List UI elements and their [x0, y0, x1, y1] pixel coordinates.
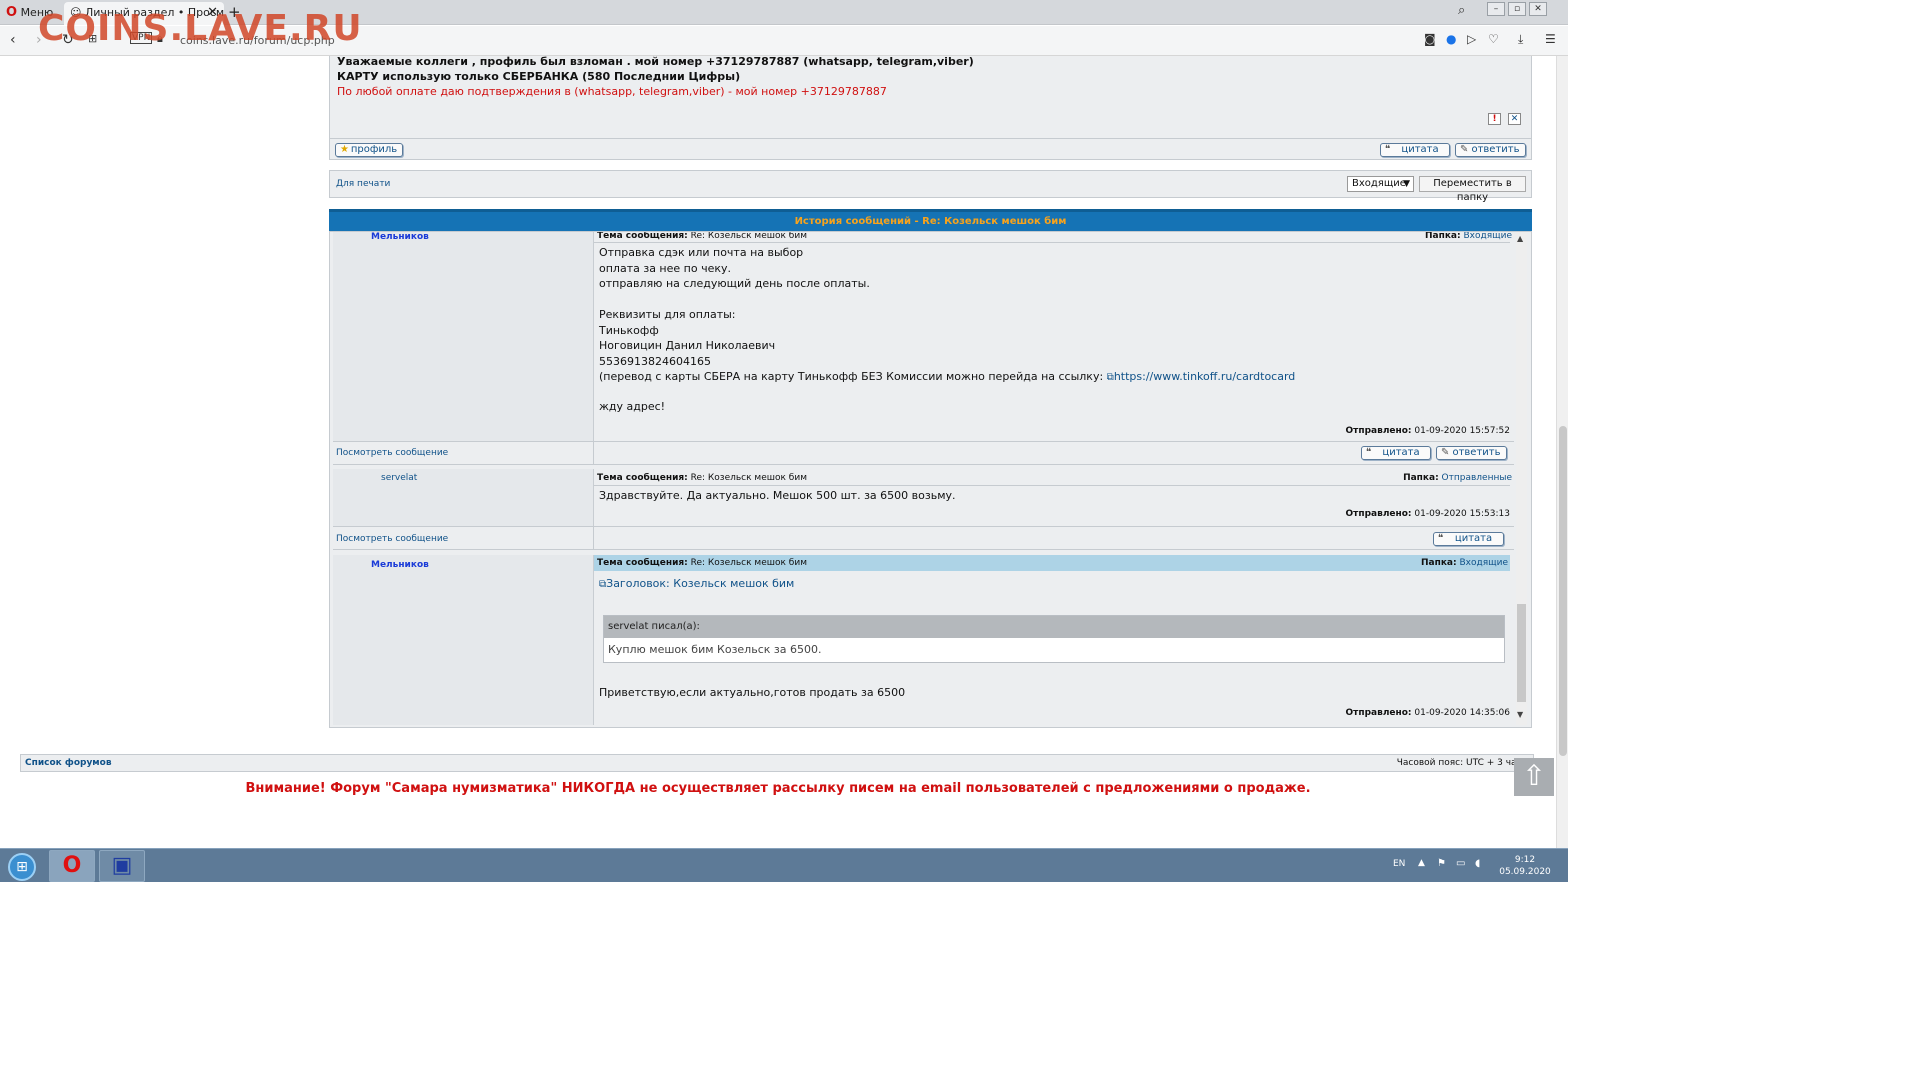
folder-link[interactable]: Входящие: [1459, 558, 1508, 568]
delete-icon[interactable]: ✕: [1508, 113, 1521, 125]
quote-text: Куплю мешок бим Козельск за 6500.: [608, 643, 822, 656]
reply-button[interactable]: ✎ ответить: [1436, 446, 1507, 460]
quote-icon: ❝: [1385, 144, 1391, 155]
message-text: Приветствую,если актуально,готов продать…: [599, 686, 906, 699]
page-content: Уважаемые коллеги , профиль был взломан …: [0, 56, 1556, 848]
page-scroll-thumb[interactable]: [1559, 426, 1567, 756]
clock[interactable]: 9:12 05.09.2020: [1498, 854, 1552, 878]
opera-logo-icon: O: [6, 5, 18, 20]
warning-message: Внимание! Форум "Самара нумизматика" НИК…: [245, 781, 1311, 796]
download-icon[interactable]: ⤓: [1518, 32, 1523, 47]
message-author-cell: servelat: [333, 469, 594, 526]
view-message-link[interactable]: Посмотреть сообщение: [336, 448, 448, 458]
shield-icon[interactable]: ●: [1446, 32, 1456, 46]
quote-button[interactable]: ❝ цитата: [1433, 532, 1504, 546]
author-name[interactable]: servelat: [381, 473, 417, 483]
top-post-buttons-row: ★ профиль ❝ цитата ✎ ответить: [329, 138, 1532, 160]
sent-timestamp: 01-09-2020 15:53:13: [1414, 509, 1510, 519]
view-message-link[interactable]: Посмотреть сообщение: [336, 534, 448, 544]
profile-star-icon: ★: [340, 144, 349, 155]
close-window-button[interactable]: ✕: [1529, 2, 1547, 16]
quote-button[interactable]: ❝ цитата: [1361, 446, 1431, 460]
heart-icon[interactable]: ♡: [1488, 32, 1499, 46]
history-scrollbar[interactable]: ▲ ▼: [1516, 232, 1527, 725]
volume-icon[interactable]: ◖: [1475, 858, 1480, 869]
message-text: Отправка сдэк или почта на выбор оплата …: [599, 246, 870, 368]
message-actions-row: Посмотреть сообщение ❝ цитата: [333, 526, 1514, 550]
watermark-logo: COINS.LAVE.RU: [38, 8, 363, 49]
quote-icon: ❝: [1366, 447, 1372, 458]
sent-timestamp: 01-09-2020 14:35:06: [1414, 708, 1510, 718]
footer-bar: Список форумов Часовой пояс: UTC + 3 час…: [20, 754, 1534, 772]
taskbar-opera[interactable]: O: [49, 850, 95, 882]
timezone-label: Часовой пояс: UTC + 3 часа: [1396, 758, 1527, 768]
tray-arrow-icon[interactable]: ▲: [1418, 858, 1425, 868]
language-indicator[interactable]: EN: [1393, 859, 1405, 869]
chevron-down-icon: ▼: [1403, 179, 1410, 189]
floppy-disk-icon: ▣: [111, 853, 133, 878]
reply-icon: ✎: [1460, 144, 1469, 155]
quote-author: servelat писал(а):: [604, 616, 1504, 638]
start-button[interactable]: ⊞: [2, 850, 42, 882]
opera-logo-icon: O: [62, 853, 82, 878]
author-name[interactable]: Мельников: [371, 560, 429, 570]
flag-icon[interactable]: ⚑: [1437, 858, 1446, 869]
print-link[interactable]: Для печати: [336, 179, 390, 189]
message-subject: Re: Козельск мешок бим: [690, 231, 807, 241]
message-author-cell: Мельников: [333, 555, 594, 725]
quote-icon: ❝: [1438, 533, 1444, 544]
back-icon[interactable]: ‹: [10, 32, 16, 48]
message-author-cell: Мельников: [333, 232, 594, 441]
profile-button[interactable]: ★ профиль: [335, 143, 403, 157]
reply-icon: ✎: [1441, 447, 1450, 458]
search-tabs-icon[interactable]: ⌕: [1458, 3, 1465, 18]
move-to-folder-button[interactable]: Переместить в папку: [1419, 176, 1526, 203]
network-icon[interactable]: ▭: [1456, 858, 1465, 869]
message-closing: жду адрес!: [599, 400, 666, 413]
title-link[interactable]: Заголовок: Козельск мешок бим: [606, 577, 794, 590]
folder-link[interactable]: Входящие: [1463, 232, 1512, 241]
minimize-button[interactable]: –: [1487, 2, 1505, 16]
sent-timestamp: 01-09-2020 15:57:52: [1414, 426, 1510, 436]
top-post-line2: КАРТУ использую только СБЕРБАНКА (580 По…: [337, 70, 741, 83]
quote-box: servelat писал(а): Куплю мешок бим Козел…: [603, 615, 1505, 663]
external-link-icon: ⧉: [1106, 372, 1114, 383]
forums-list-link[interactable]: Список форумов: [25, 755, 112, 771]
top-post-line1: Уважаемые коллеги , профиль был взломан …: [337, 56, 974, 68]
scroll-up-icon[interactable]: ▲: [1517, 234, 1523, 243]
maximize-button[interactable]: ▫: [1508, 2, 1526, 16]
message-subject: Re: Козельск мешок бим: [690, 473, 807, 483]
scroll-to-top-button[interactable]: ⇧: [1514, 758, 1554, 796]
history-container: Мельников Тема сообщения: Re: Козельск м…: [329, 231, 1532, 728]
actions-row: Для печати Входящие ▼ Переместить в папк…: [329, 170, 1532, 203]
page-scrollbar[interactable]: [1556, 56, 1568, 848]
clock-date: 05.09.2020: [1499, 867, 1551, 877]
quote-button[interactable]: ❝ цитата: [1380, 143, 1450, 157]
send-icon[interactable]: ▷: [1467, 32, 1476, 46]
camera-icon[interactable]: ◙: [1424, 32, 1436, 46]
message-actions-row: Посмотреть сообщение ❝ цитата ✎ ответить: [333, 441, 1514, 465]
message-subject: Re: Козельск мешок бим: [690, 558, 807, 568]
message-body-cell: Тема сообщения: Re: Козельск мешок бим П…: [594, 469, 1514, 526]
message-text: Здравствуйте. Да актуально. Мешок 500 шт…: [599, 489, 956, 502]
easy-setup-icon[interactable]: ☰: [1545, 32, 1556, 46]
reply-button[interactable]: ✎ ответить: [1455, 143, 1526, 157]
windows-taskbar: ⊞ O ▣ EN ▲ ⚑ ▭ ◖ 9:12 05.09.2020: [0, 848, 1568, 882]
scroll-down-icon[interactable]: ▼: [1517, 710, 1523, 719]
windows-logo-icon: ⊞: [8, 853, 36, 881]
folder-select[interactable]: Входящие ▼: [1347, 176, 1414, 192]
history-header: История сообщений - Re: Козельск мешок б…: [329, 209, 1532, 231]
taskbar-save-app[interactable]: ▣: [99, 850, 145, 882]
folder-link[interactable]: Отправленные: [1442, 473, 1512, 483]
message-body-cell: Тема сообщения: Re: Козельск мешок бим П…: [594, 232, 1514, 441]
top-post-line3: По любой оплате даю подтверждения в (wha…: [337, 85, 887, 98]
clock-time: 9:12: [1514, 855, 1536, 865]
tinkoff-link[interactable]: https://www.tinkoff.ru/cardtocard: [1114, 370, 1295, 383]
report-icon[interactable]: !: [1488, 113, 1501, 125]
author-name[interactable]: Мельников: [371, 232, 429, 242]
history-scroll-thumb[interactable]: [1517, 604, 1526, 702]
